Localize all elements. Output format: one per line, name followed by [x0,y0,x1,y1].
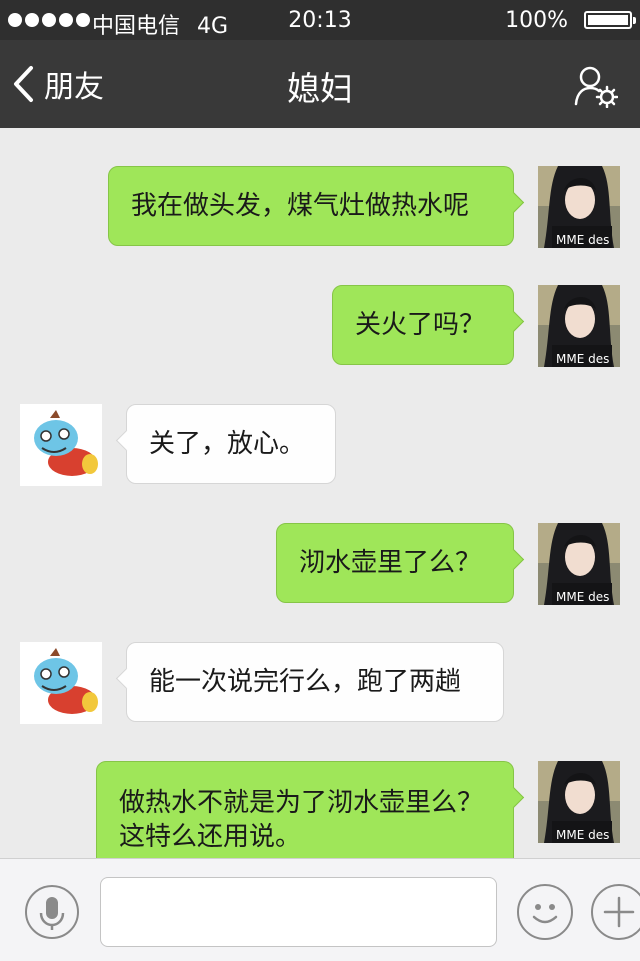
message-bubble-received[interactable]: 关了，放心。 [115,404,336,484]
emoji-button[interactable] [517,884,573,940]
message-text: 能一次说完行么，跑了两趟 [149,667,462,697]
input-bar [0,858,640,961]
avatar-shirt-text: MME des [556,233,609,247]
nav-bar: 朋友 媳妇 [0,40,640,128]
message-bubble-sent[interactable]: 关火了吗？ [332,285,525,365]
message-text: 关了，放心。 [149,429,306,459]
my-avatar[interactable]: MME des [538,166,620,248]
message-bubble-sent[interactable]: 沏水壶里了么？ [276,523,525,603]
battery-percent: 100% [505,8,568,33]
avatar-shirt-text: MME des [556,590,609,604]
my-avatar[interactable]: MME des [538,761,620,843]
avatar-shirt-text: MME des [556,352,609,366]
message-input[interactable] [100,877,497,947]
smiley-icon [532,904,558,924]
plus-icon [603,896,635,928]
status-bar: 中国电信 4G 20:13 100% [0,0,640,40]
contact-avatar[interactable] [20,404,102,486]
contact-avatar[interactable] [20,642,102,724]
message-bubble-sent[interactable]: 我在做头发，煤气灶做热水呢 [108,166,525,246]
user-settings-icon [574,66,619,109]
chat-info-button[interactable] [574,64,619,109]
avatar-shirt-text: MME des [556,828,609,842]
message-text: 沏水壶里了么？ [299,548,482,578]
my-avatar[interactable]: MME des [538,523,620,605]
message-text: 关火了吗？ [355,310,486,340]
battery-icon [584,11,636,29]
page-title: 媳妇 [287,69,353,108]
microphone-icon [39,897,65,930]
message-text: 我在做头发，煤气灶做热水呢 [131,191,470,221]
my-avatar[interactable]: MME des [538,285,620,367]
more-options-button[interactable] [591,884,640,940]
voice-input-button[interactable] [25,885,79,939]
message-bubble-sent[interactable]: 做热水不就是为了沏水壶里么？这特么还用说。 [96,761,525,873]
message-bubble-received[interactable]: 能一次说完行么，跑了两趟 [115,642,504,722]
message-text: 做热水不就是为了沏水壶里么？这特么还用说。 [119,788,484,852]
